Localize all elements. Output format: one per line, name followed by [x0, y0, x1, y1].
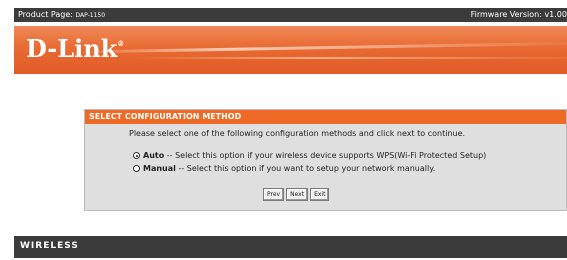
option-manual-label[interactable]: Manual [143, 164, 176, 173]
product-info-bar: Product Page: DAP-1150 Firmware Version:… [14, 8, 567, 22]
footer-bar: WIRELESS [14, 236, 567, 258]
footer-wireless-label: WIRELESS [20, 241, 79, 251]
registered-mark: ® [117, 39, 125, 48]
firmware-version: Firmware Version: v1.00 [470, 10, 567, 19]
option-auto-description: -- Select this option if your wireless d… [166, 151, 487, 160]
panel-title: SELECT CONFIGURATION METHOD [89, 112, 242, 121]
brand-banner: D-Link® [14, 26, 567, 74]
prev-button[interactable]: Prev [263, 188, 285, 201]
option-auto-label[interactable]: Auto [143, 151, 164, 160]
option-manual-description: -- Select this option if you want to set… [178, 164, 436, 173]
option-auto[interactable]: Auto -- Select this option if your wirel… [133, 151, 486, 160]
config-method-panel: SELECT CONFIGURATION METHOD Please selec… [84, 109, 567, 211]
radio-manual[interactable] [133, 165, 140, 172]
option-manual[interactable]: Manual -- Select this option if you want… [133, 164, 435, 173]
dlink-logo: D-Link® [26, 34, 124, 63]
product-page-label: Product Page: DAP-1150 [18, 10, 105, 19]
banner-streak [74, 41, 567, 54]
product-model: DAP-1150 [75, 12, 106, 19]
product-page-text: Product Page: [18, 10, 73, 19]
panel-header: SELECT CONFIGURATION METHOD [85, 110, 566, 124]
radio-auto[interactable] [133, 152, 140, 159]
banner-streak [134, 57, 567, 59]
wizard-buttons: Prev Next Exit [263, 188, 331, 201]
logo-text: D-Link [26, 34, 118, 63]
exit-button[interactable]: Exit [310, 188, 330, 201]
instruction-text: Please select one of the following confi… [129, 129, 466, 138]
next-button[interactable]: Next [286, 188, 309, 201]
